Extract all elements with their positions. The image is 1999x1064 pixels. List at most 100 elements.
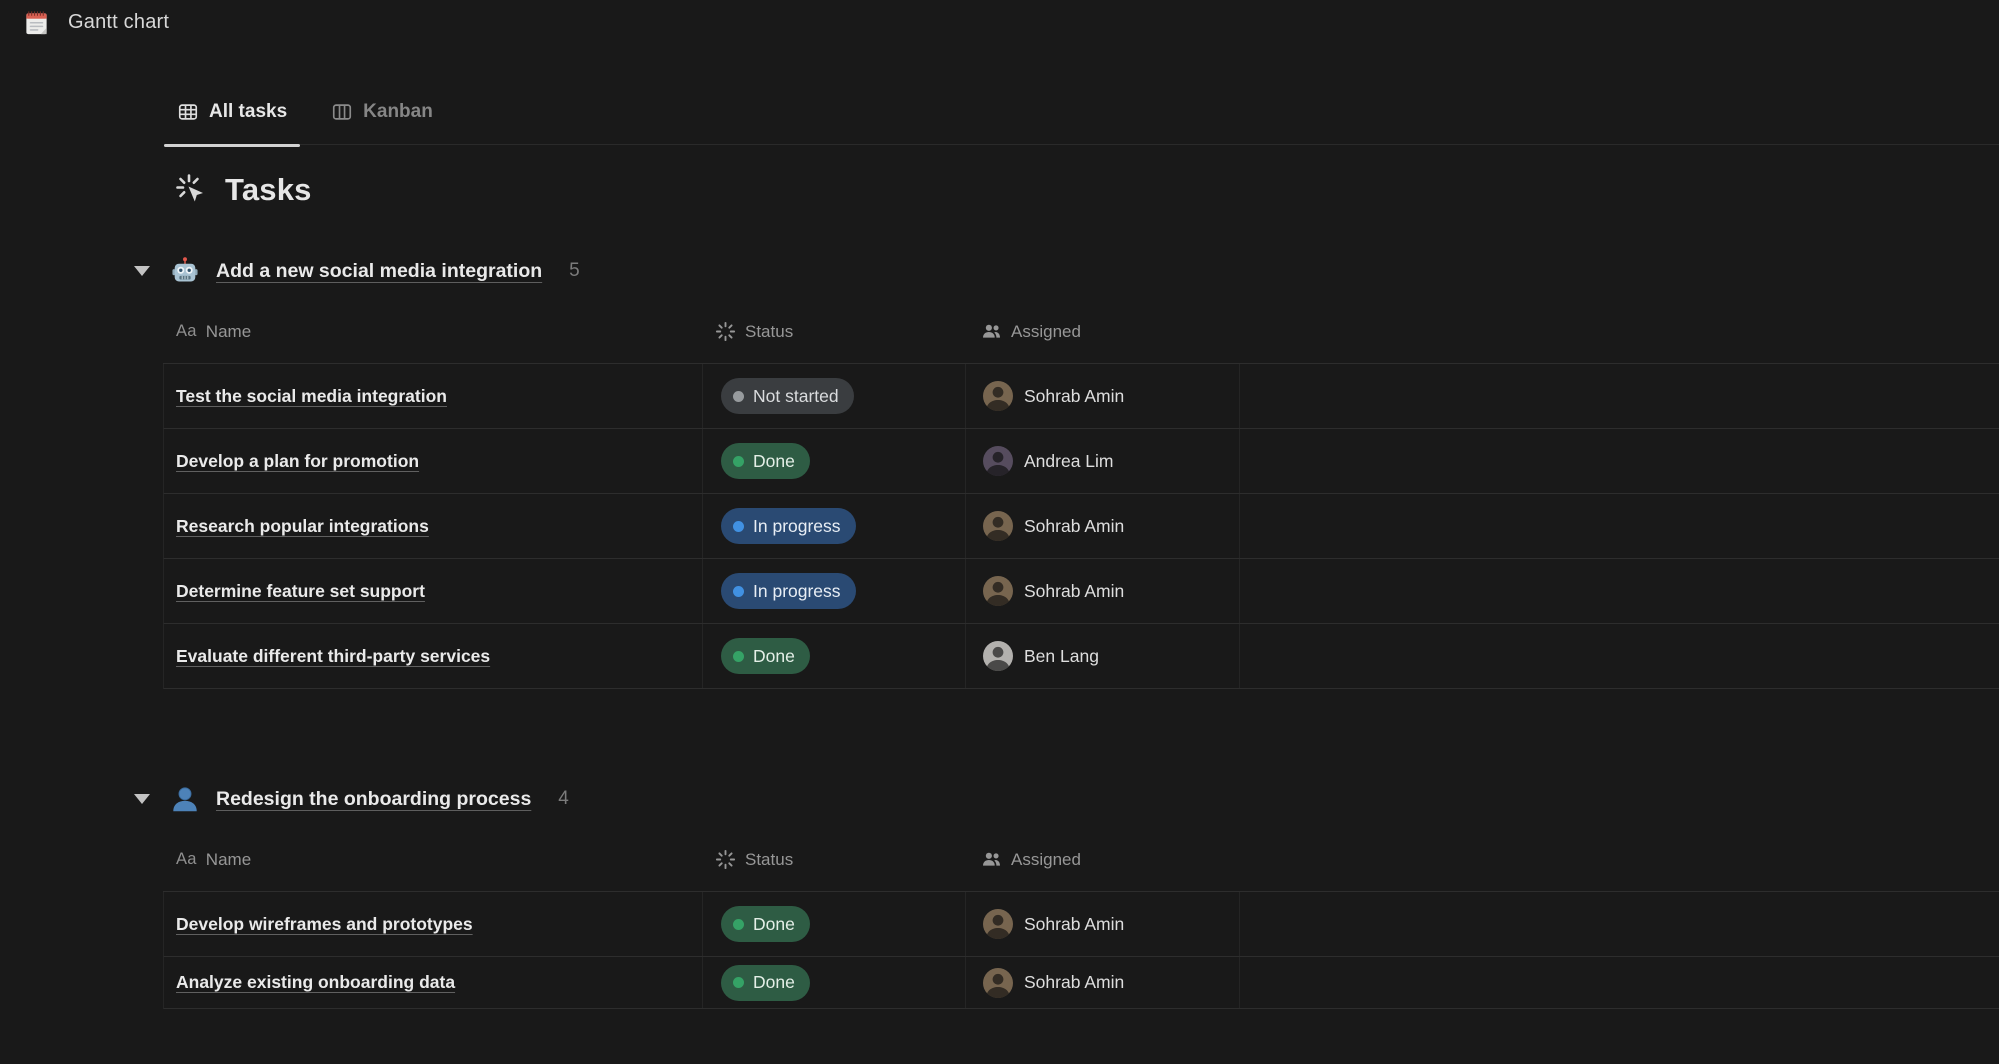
status-badge[interactable]: In progress [721, 573, 856, 609]
column-header-assigned[interactable]: Assigned [965, 828, 1239, 891]
assignee-chip[interactable]: Sohrab Amin [983, 968, 1124, 998]
task-name-cell[interactable]: Determine feature set support [164, 559, 703, 623]
group-page-emoji [170, 784, 200, 814]
page-title[interactable]: Gantt chart [68, 11, 169, 34]
group-count: 5 [569, 260, 580, 282]
status-label: Done [753, 972, 795, 993]
assignee-chip[interactable]: Ben Lang [983, 641, 1099, 671]
task-status-cell[interactable]: Done [703, 892, 966, 956]
empty-cell [1240, 624, 1999, 688]
assignee-name: Ben Lang [1024, 646, 1099, 667]
group-title-link[interactable]: Add a new social media integration [216, 260, 542, 283]
task-name-link[interactable]: Determine feature set support [176, 581, 425, 602]
assignee-chip[interactable]: Sohrab Amin [983, 381, 1124, 411]
status-badge[interactable]: In progress [721, 508, 856, 544]
task-name-cell[interactable]: Analyze existing onboarding data [164, 957, 703, 1008]
triangle-down-icon [134, 266, 150, 276]
group-collapse-toggle[interactable] [133, 794, 151, 804]
status-dot [733, 651, 744, 662]
table-view-icon [177, 101, 199, 123]
column-label: Name [206, 322, 251, 342]
column-header-name[interactable]: Aa Name [163, 828, 702, 891]
task-status-cell[interactable]: Not started [703, 364, 966, 428]
task-assigned-cell[interactable]: Ben Lang [966, 624, 1240, 688]
column-header-status[interactable]: Status [702, 300, 965, 363]
assignee-chip[interactable]: Sohrab Amin [983, 909, 1124, 939]
empty-header-cell [1239, 300, 1999, 363]
column-label: Assigned [1011, 322, 1081, 342]
status-label: In progress [753, 516, 841, 537]
assignee-avatar [983, 381, 1013, 411]
task-name-link[interactable]: Test the social media integration [176, 386, 447, 407]
task-status-cell[interactable]: Done [703, 429, 966, 493]
status-dot [733, 919, 744, 930]
task-name-link[interactable]: Analyze existing onboarding data [176, 972, 455, 993]
assignee-name: Sohrab Amin [1024, 972, 1124, 993]
group-title-link[interactable]: Redesign the onboarding process [216, 788, 531, 811]
status-badge[interactable]: Done [721, 638, 810, 674]
task-assigned-cell[interactable]: Sohrab Amin [966, 364, 1240, 428]
task-name-link[interactable]: Evaluate different third-party services [176, 646, 490, 667]
task-name-cell[interactable]: Evaluate different third-party services [164, 624, 703, 688]
assignee-chip[interactable]: Sohrab Amin [983, 511, 1124, 541]
group-page-emoji [170, 256, 200, 286]
status-badge[interactable]: Done [721, 965, 810, 1001]
task-group: Add a new social media integration 5 Aa … [0, 254, 1999, 689]
column-header-assigned[interactable]: Assigned [965, 300, 1239, 363]
assignee-name: Andrea Lim [1024, 451, 1114, 472]
assignee-chip[interactable]: Sohrab Amin [983, 576, 1124, 606]
table-header-row: Aa Name Status [163, 300, 1999, 364]
text-property-icon: Aa [176, 322, 197, 341]
task-name-link[interactable]: Develop a plan for promotion [176, 451, 419, 472]
spiral-notepad-icon [23, 9, 50, 36]
person-silhouette-icon [983, 381, 1013, 411]
status-label: Done [753, 646, 795, 667]
task-status-cell[interactable]: Done [703, 624, 966, 688]
status-dot [733, 456, 744, 467]
table-row: Evaluate different third-party services … [163, 624, 1999, 689]
task-assigned-cell[interactable]: Sohrab Amin [966, 494, 1240, 558]
task-name-link[interactable]: Develop wireframes and prototypes [176, 914, 473, 935]
task-name-cell[interactable]: Develop wireframes and prototypes [164, 892, 703, 956]
assignee-avatar [983, 511, 1013, 541]
table-row: Determine feature set support In progres… [163, 559, 1999, 624]
status-label: Done [753, 451, 795, 472]
status-badge[interactable]: Done [721, 443, 810, 479]
column-label: Assigned [1011, 850, 1081, 870]
task-name-link[interactable]: Research popular integrations [176, 516, 429, 537]
column-label: Name [206, 850, 251, 870]
column-header-status[interactable]: Status [702, 828, 965, 891]
table-row: Analyze existing onboarding data Done So… [163, 957, 1999, 1009]
task-assigned-cell[interactable]: Sohrab Amin [966, 957, 1240, 1008]
task-name-cell[interactable]: Research popular integrations [164, 494, 703, 558]
tab-label: Kanban [363, 101, 433, 123]
board-view-icon [331, 101, 353, 123]
table-rows: Develop wireframes and prototypes Done S… [163, 892, 1999, 1009]
task-name-cell[interactable]: Develop a plan for promotion [164, 429, 703, 493]
status-badge[interactable]: Done [721, 906, 810, 942]
status-dot [733, 391, 744, 402]
tab-kanban[interactable]: Kanban [318, 97, 446, 127]
people-icon [981, 321, 1002, 342]
column-header-name[interactable]: Aa Name [163, 300, 702, 363]
task-assigned-cell[interactable]: Sohrab Amin [966, 892, 1240, 956]
assignee-chip[interactable]: Andrea Lim [983, 446, 1114, 476]
assignee-name: Sohrab Amin [1024, 914, 1124, 935]
task-assigned-cell[interactable]: Sohrab Amin [966, 559, 1240, 623]
task-group: Redesign the onboarding process 4 Aa Nam… [0, 782, 1999, 1009]
people-icon [981, 849, 1002, 870]
task-status-cell[interactable]: In progress [703, 494, 966, 558]
status-label: In progress [753, 581, 841, 602]
group-collapse-toggle[interactable] [133, 266, 151, 276]
status-badge[interactable]: Not started [721, 378, 854, 414]
table-row: Develop a plan for promotion Done Andrea… [163, 429, 1999, 494]
task-assigned-cell[interactable]: Andrea Lim [966, 429, 1240, 493]
task-name-cell[interactable]: Test the social media integration [164, 364, 703, 428]
database-heading: Tasks [175, 172, 312, 208]
bust-silhouette-emoji-icon [170, 784, 200, 814]
tab-all-tasks[interactable]: All tasks [164, 97, 300, 127]
task-status-cell[interactable]: In progress [703, 559, 966, 623]
status-spinner-icon [715, 321, 736, 342]
table-row: Research popular integrations In progres… [163, 494, 1999, 559]
task-status-cell[interactable]: Done [703, 957, 966, 1008]
